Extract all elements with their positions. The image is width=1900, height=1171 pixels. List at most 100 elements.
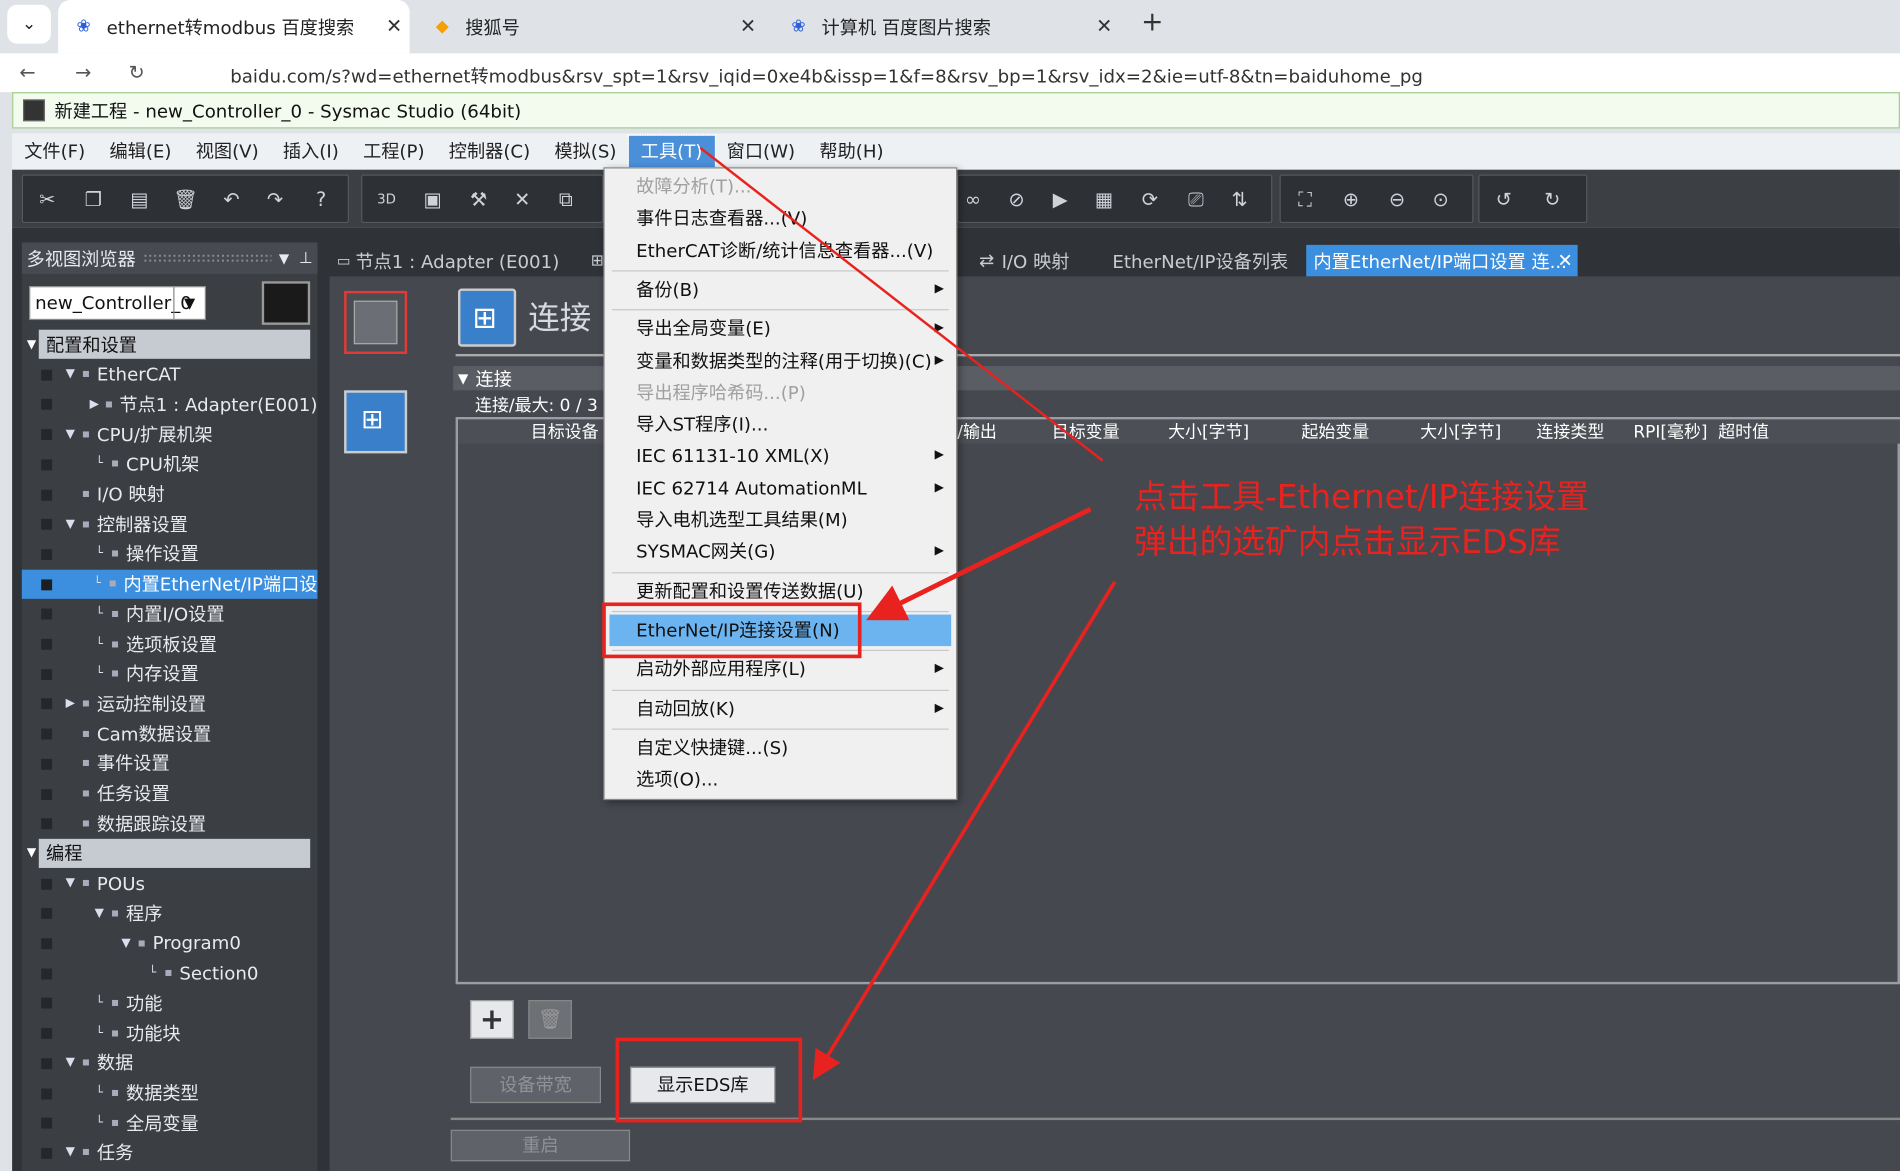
tree-item[interactable]: ▶ ▪ 运动控制设置 [22, 689, 318, 718]
monitor-icon[interactable]: ⎚ [1181, 185, 1210, 214]
menu-controller[interactable]: 控制器(C) [437, 136, 543, 168]
address-bar[interactable]: ← → ↻ baidu.com/s?wd=ethernet转modbus&rsv… [0, 53, 1900, 93]
menu-item[interactable]: 启动外部应用程序(L) ▶ [605, 654, 956, 686]
expand-icon[interactable]: ▼ [63, 517, 78, 530]
expand-icon[interactable]: └ [92, 547, 107, 560]
compare-icon[interactable]: ⇅ [1225, 185, 1254, 214]
expand-icon[interactable]: └ [90, 577, 104, 590]
tree-item[interactable]: └ ▪ 内存设置 [22, 659, 318, 688]
redo-icon[interactable]: ↷ [261, 185, 290, 214]
tree-section[interactable]: ▼ 编程 [27, 838, 311, 868]
tree-item[interactable]: ▼ ▪ EtherCAT [22, 360, 318, 389]
3d-icon[interactable]: 3D [372, 185, 401, 214]
paste-icon[interactable]: ▤ [125, 185, 154, 214]
tab-search-button[interactable]: ⌄ [7, 4, 51, 44]
tree-item[interactable]: ▼ ▪ CPU/扩展机架 [22, 420, 318, 449]
menu-item[interactable]: 自动回放(K) ▶ [605, 693, 956, 725]
tree-item[interactable]: ▼ ▪ 控制器设置 [22, 509, 318, 538]
expand-icon[interactable]: └ [92, 1026, 107, 1039]
tree-item[interactable]: └ ▪ 内置EtherNet/IP端口设 [21, 569, 317, 599]
editor-tab-eip-port-settings[interactable]: 内置EtherNet/IP端口设置 连... ✕ [1306, 244, 1578, 277]
restart-button[interactable]: 重启 [450, 1129, 631, 1162]
close-tab-icon[interactable]: ✕ [1096, 15, 1112, 38]
tree-item[interactable]: └ ▪ 功能 [22, 988, 318, 1017]
cut-icon[interactable]: ✂ [33, 185, 62, 214]
tree-item[interactable]: ▼ ▪ 任务 [22, 1138, 318, 1167]
undo-icon[interactable]: ↶ [217, 185, 246, 214]
panel-menu-icon[interactable]: ▼ [279, 250, 289, 266]
browser-tab-active[interactable]: ❀ ethernet转modbus 百度搜索 ✕ [58, 0, 410, 54]
tree-item[interactable]: └ ▪ 全局变量 [22, 1108, 318, 1137]
controller-select[interactable]: new_Controller_0 ▼ [29, 286, 206, 321]
nav-back-icon[interactable]: ↺ [1489, 185, 1518, 214]
menu-edit[interactable]: 编辑(E) [97, 136, 183, 168]
drag-grip[interactable] [142, 253, 272, 264]
expand-icon[interactable]: ▼ [63, 427, 78, 440]
expand-icon[interactable]: └ [92, 457, 107, 470]
delete-icon[interactable]: 🗑 [171, 185, 200, 214]
tree-section[interactable]: ▼ 配置和设置 [27, 329, 311, 359]
expand-icon[interactable]: ▼ [63, 1146, 78, 1159]
device-bandwidth-button[interactable]: 设备带宽 [470, 1066, 602, 1104]
expand-icon[interactable]: ▼ [24, 338, 39, 351]
tree-item[interactable]: └ ▪ Section0 [22, 958, 318, 987]
tree-item[interactable]: └ ▪ CPU机架 [22, 449, 318, 478]
expand-icon[interactable]: ▶ [88, 397, 102, 410]
pin-icon[interactable]: ⊥ [299, 249, 313, 267]
reload-icon[interactable]: ↻ [128, 61, 144, 84]
menu-item[interactable]: 导入电机选型工具结果(M) [605, 504, 956, 536]
menu-item[interactable]: IEC 61131-10 XML(X) ▶ [605, 441, 956, 473]
expand-icon[interactable]: ▼ [63, 368, 78, 381]
link-icon[interactable]: ∞ [958, 185, 987, 214]
menu-item[interactable]: 事件日志查看器...(V) [605, 203, 956, 235]
close-tab-icon[interactable]: ✕ [740, 15, 756, 38]
menu-help[interactable]: 帮助(H) [807, 136, 895, 168]
forward-icon[interactable]: → [75, 61, 91, 84]
menu-item[interactable]: 导出全局变量(E) ▶ [605, 313, 956, 345]
menu-item[interactable]: 自定义快捷键...(S) [605, 732, 956, 764]
tree-item[interactable]: ▪ Cam数据设置 [22, 719, 318, 748]
menu-item[interactable]: 导入ST程序(I)... [605, 409, 956, 441]
tree-item[interactable]: └ ▪ 内置I/O设置 [22, 599, 318, 628]
nav-forward-icon[interactable]: ↻ [1538, 185, 1567, 214]
tree-item[interactable]: └ ▪ 数据类型 [22, 1078, 318, 1107]
collapse-icon[interactable]: ▼ [458, 370, 468, 386]
tree-item[interactable]: ▼ ▪ 程序 [22, 899, 318, 928]
new-tab-button[interactable]: + [1137, 7, 1169, 41]
device-icon[interactable]: ⧉ [551, 185, 580, 214]
menu-item[interactable]: SYSMAC网关(G) ▶ [605, 536, 956, 568]
editor-tab-adapter[interactable]: ▭ 节点1 : Adapter (E001) ⊞ [337, 245, 604, 277]
tree-item[interactable]: ▼ ▪ POUs [22, 869, 318, 898]
sync-icon[interactable]: ⟳ [1135, 185, 1164, 214]
help-icon[interactable]: ? [307, 185, 336, 214]
connection-view-button[interactable]: ⊞ [344, 390, 408, 454]
tree-item[interactable]: ▪ 事件设置 [22, 749, 318, 778]
menu-insert[interactable]: 插入(I) [271, 136, 351, 168]
back-icon[interactable]: ← [19, 61, 35, 84]
tree-item[interactable]: ▼ ▪ Program0 [22, 929, 318, 958]
expand-icon[interactable]: ▼ [92, 906, 107, 919]
expand-icon[interactable]: └ [92, 667, 107, 680]
expand-icon[interactable]: └ [92, 1116, 107, 1129]
expand-icon[interactable]: ▼ [119, 936, 134, 949]
tree-item[interactable]: ▪ 任务设置 [22, 779, 318, 808]
tree-item[interactable]: ▼ ▪ 数据 [22, 1048, 318, 1077]
fit-icon[interactable]: ⛶ [1290, 185, 1319, 214]
build-hammer-icon[interactable]: ⚒ [464, 185, 493, 214]
browser-tab[interactable]: ❀ 计算机 百度图片搜索 ✕ [780, 0, 1119, 53]
editor-tab-eip-device-list[interactable]: EtherNet/IP设备列表 [1112, 245, 1288, 277]
tag-set-view-button[interactable] [344, 290, 408, 354]
unlink-icon[interactable]: ⊘ [1002, 185, 1031, 214]
chevron-down-icon[interactable]: ▼ [173, 287, 205, 319]
menu-window[interactable]: 窗口(W) [715, 136, 808, 168]
menu-view[interactable]: 视图(V) [184, 136, 271, 168]
zoom-reset-icon[interactable]: ⊙ [1426, 185, 1455, 214]
menu-simulation[interactable]: 模拟(S) [542, 136, 628, 168]
close-tab-icon[interactable]: ✕ [386, 15, 402, 38]
expand-icon[interactable]: ▼ [63, 877, 78, 890]
transfer-icon[interactable]: ▶ [1046, 185, 1075, 214]
menu-item[interactable]: IEC 62714 AutomationML ▶ [605, 472, 956, 504]
tree-item[interactable]: └ ▪ 选项板设置 [22, 629, 318, 658]
zoom-in-icon[interactable]: ⊕ [1337, 185, 1366, 214]
menu-file[interactable]: 文件(F) [12, 136, 97, 168]
